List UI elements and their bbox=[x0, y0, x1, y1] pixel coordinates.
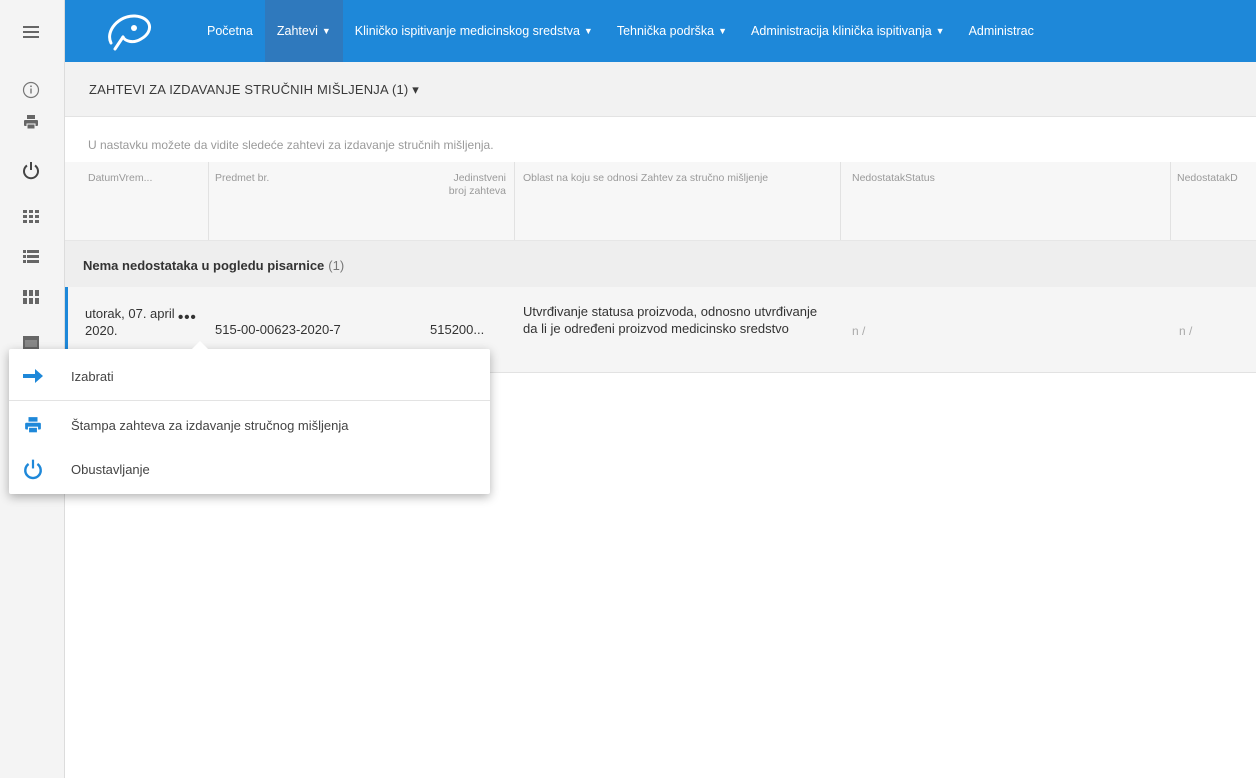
popup-pointer bbox=[192, 341, 208, 349]
nav-administracija-klinicka[interactable]: Administracija klinička ispitivanja ▼ bbox=[739, 0, 957, 62]
menu-item-label: Obustavljanje bbox=[71, 461, 150, 477]
more-actions-button[interactable]: ••• bbox=[178, 309, 197, 326]
menu-item-label: Izabrati bbox=[71, 368, 114, 384]
arrow-right-icon bbox=[21, 364, 45, 388]
column-header-datum[interactable]: DatumVrem... bbox=[88, 172, 178, 185]
group-label: Nema nedostataka u pogledu pisarnice (1) bbox=[83, 258, 344, 273]
nav-administracija[interactable]: Administrac bbox=[957, 0, 1046, 62]
print-icon bbox=[21, 413, 45, 437]
cell-broj: 515200... bbox=[430, 322, 485, 337]
group-row[interactable]: Nema nedostataka u pogledu pisarnice (1) bbox=[65, 241, 1256, 288]
column-divider bbox=[208, 162, 209, 240]
list-icon[interactable] bbox=[16, 245, 46, 269]
print-icon[interactable] bbox=[16, 110, 46, 134]
cell-date: utorak, 07. april 2020. bbox=[85, 306, 175, 338]
menu-item-label: Štampa zahteva za izdavanje stručnog miš… bbox=[71, 417, 349, 433]
cell-oblast: Utvrđivanje statusa proizvoda, odnosno u… bbox=[523, 304, 818, 336]
nav-tehnicka-podrska[interactable]: Tehnička podrška ▼ bbox=[605, 0, 739, 62]
menu-icon[interactable] bbox=[16, 20, 46, 44]
caret-down-icon: ▼ bbox=[718, 26, 728, 36]
cell-status: n / bbox=[852, 324, 866, 338]
menu-item-izabrati[interactable]: Izabrati bbox=[9, 356, 490, 396]
column-header-broj[interactable]: Jedinstveni broj zahteva bbox=[446, 172, 506, 198]
nav-label: Kliničko ispitivanje medicinskog sredstv… bbox=[354, 24, 580, 38]
grid-icon[interactable] bbox=[16, 205, 46, 229]
group-count: (1) bbox=[328, 258, 345, 273]
menu-item-obustavljanje[interactable]: Obustavljanje bbox=[9, 449, 490, 489]
cell-nedostatak: n / bbox=[1179, 324, 1193, 338]
top-navigation: Početna Zahtevi ▼ Kliničko ispitivanje me… bbox=[65, 0, 1256, 62]
power-icon[interactable] bbox=[16, 158, 46, 182]
column-header-oblast[interactable]: Oblast na koju se odnosi Zahtev za struč… bbox=[523, 172, 773, 185]
menu-item-stampa[interactable]: Štampa zahteva za izdavanje stručnog miš… bbox=[9, 405, 490, 445]
nav-label: Tehnička podrška bbox=[616, 24, 715, 38]
menu-divider bbox=[9, 400, 490, 401]
nav-zahtevi[interactable]: Zahtevi ▼ bbox=[264, 0, 343, 62]
row-actions-menu: Izabrati Štampa zahteva za izdavanje str… bbox=[9, 341, 490, 494]
section-title[interactable]: ZAHTEVI ZA IZDAVANJE STRUČNIH MIŠLJENJA … bbox=[89, 82, 419, 98]
cell-predmet: 515-00-00623-2020-7 bbox=[215, 322, 341, 337]
group-title: Nema nedostataka u pogledu pisarnice bbox=[83, 258, 325, 273]
intro-text: U nastavku možete da vidite sledeće zaht… bbox=[88, 138, 494, 152]
nav-label: Početna bbox=[207, 24, 253, 38]
caret-down-icon: ▼ bbox=[321, 26, 331, 36]
caret-down-icon: ▼ bbox=[583, 26, 593, 36]
section-header: ZAHTEVI ZA IZDAVANJE STRUČNIH MIŠLJENJA … bbox=[65, 62, 1256, 117]
app-logo[interactable] bbox=[65, 0, 195, 62]
column-header-nedostatak[interactable]: NedostatakD bbox=[1177, 172, 1256, 185]
nav-label: Administrac bbox=[968, 24, 1034, 38]
info-icon[interactable] bbox=[16, 78, 46, 102]
nav-klinicko-ispitivanje[interactable]: Kliničko ispitivanje medicinskog sredstv… bbox=[343, 0, 605, 62]
column-divider bbox=[514, 162, 515, 240]
column-header-status[interactable]: NedostatakStatus bbox=[852, 172, 1052, 185]
table-header: DatumVrem... Predmet br. Jedinstveni bro… bbox=[65, 162, 1256, 241]
power-icon bbox=[21, 457, 45, 481]
nav-pocetna[interactable]: Početna bbox=[195, 0, 265, 62]
column-header-predmet[interactable]: Predmet br. bbox=[215, 172, 395, 185]
nav-label: Administracija klinička ispitivanja bbox=[751, 24, 932, 38]
column-divider bbox=[1170, 162, 1171, 240]
caret-down-icon: ▼ bbox=[935, 26, 945, 36]
column-divider bbox=[840, 162, 841, 240]
tiles-icon[interactable] bbox=[16, 285, 46, 309]
nav-label: Zahtevi bbox=[276, 24, 318, 38]
